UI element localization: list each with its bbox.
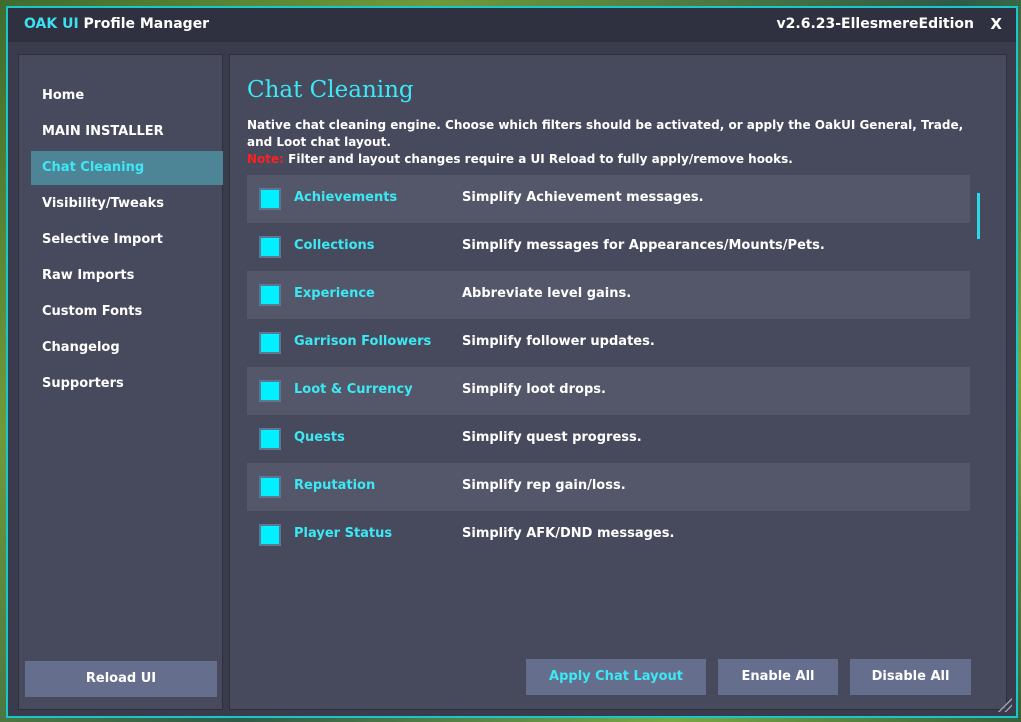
experience-checkbox[interactable]	[259, 284, 281, 306]
filter-row-garrison-followers: Garrison Followers Simplify follower upd…	[247, 319, 970, 367]
filter-name: Achievements	[294, 190, 398, 205]
filter-description: Simplify Achievement messages.	[462, 190, 704, 205]
filter-name: Loot & Currency	[294, 382, 413, 397]
filter-row-achievements: Achievements Simplify Achievement messag…	[247, 175, 970, 223]
garrison-followers-checkbox[interactable]	[259, 332, 281, 354]
page-title: Chat Cleaning	[247, 77, 414, 103]
filter-name: Collections	[294, 238, 375, 253]
sidebar-item-chat-cleaning[interactable]: Chat Cleaning	[31, 151, 223, 185]
filter-description: Simplify follower updates.	[462, 334, 655, 349]
sidebar-item-raw-imports[interactable]: Raw Imports	[31, 259, 223, 293]
window-title: OAK UI Profile Manager	[24, 16, 209, 32]
sidebar-item-visibility-tweaks[interactable]: Visibility/Tweaks	[31, 187, 223, 221]
filter-name: Garrison Followers	[294, 334, 432, 349]
filter-name: Player Status	[294, 526, 393, 541]
filter-description: Simplify loot drops.	[462, 382, 606, 397]
filter-row-loot-currency: Loot & Currency Simplify loot drops.	[247, 367, 970, 415]
enable-all-button[interactable]: Enable All	[718, 659, 838, 695]
loot-currency-checkbox[interactable]	[259, 380, 281, 402]
filter-description: Simplify AFK/DND messages.	[462, 526, 675, 541]
sidebar-item-custom-fonts[interactable]: Custom Fonts	[31, 295, 223, 329]
profile-manager-window: OAK UI Profile Manager v2.6.23-Ellesmere…	[6, 6, 1018, 718]
filter-name: Experience	[294, 286, 375, 301]
title-bar[interactable]: OAK UI Profile Manager v2.6.23-Ellesmere…	[8, 8, 1016, 42]
filter-description: Simplify messages for Appearances/Mounts…	[462, 238, 825, 253]
filter-list: Achievements Simplify Achievement messag…	[247, 175, 970, 559]
disable-all-button[interactable]: Disable All	[850, 659, 971, 695]
filter-description: Abbreviate level gains.	[462, 286, 632, 301]
note-label: Note:	[247, 152, 284, 166]
scrollbar-thumb[interactable]	[977, 193, 980, 239]
filter-row-experience: Experience Abbreviate level gains.	[247, 271, 970, 319]
filter-row-quests: Quests Simplify quest progress.	[247, 415, 970, 463]
filter-row-reputation: Reputation Simplify rep gain/loss.	[247, 463, 970, 511]
reload-note: Note: Filter and layout changes require …	[247, 151, 793, 168]
title-text: Profile Manager	[78, 16, 210, 32]
filter-name: Reputation	[294, 478, 376, 493]
brand-name: OAK UI	[24, 16, 79, 32]
resize-grip-icon[interactable]	[998, 698, 1012, 712]
close-button[interactable]: X	[990, 15, 1002, 33]
version-label: v2.6.23-EllesmereEdition	[776, 16, 974, 32]
sidebar-item-changelog[interactable]: Changelog	[31, 331, 223, 365]
collections-checkbox[interactable]	[259, 236, 281, 258]
filter-description: Simplify quest progress.	[462, 430, 642, 445]
filter-row-player-status: Player Status Simplify AFK/DND messages.	[247, 511, 970, 559]
achievements-checkbox[interactable]	[259, 188, 281, 210]
sidebar-item-home[interactable]: Home	[31, 79, 223, 113]
quests-checkbox[interactable]	[259, 428, 281, 450]
filter-description: Simplify rep gain/loss.	[462, 478, 626, 493]
filter-row-collections: Collections Simplify messages for Appear…	[247, 223, 970, 271]
sidebar-item-supporters[interactable]: Supporters	[31, 367, 223, 401]
reload-ui-button[interactable]: Reload UI	[25, 661, 217, 697]
page-description: Native chat cleaning engine. Choose whic…	[247, 118, 964, 149]
player-status-checkbox[interactable]	[259, 524, 281, 546]
filter-name: Quests	[294, 430, 345, 445]
note-text: Filter and layout changes require a UI R…	[283, 152, 793, 166]
sidebar: Home MAIN INSTALLER Chat Cleaning Visibi…	[18, 54, 223, 710]
main-panel: Chat Cleaning Native chat cleaning engin…	[229, 54, 1007, 710]
apply-chat-layout-button[interactable]: Apply Chat Layout	[526, 659, 706, 695]
sidebar-item-main-installer[interactable]: MAIN INSTALLER	[31, 115, 223, 149]
sidebar-item-selective-import[interactable]: Selective Import	[31, 223, 223, 257]
reputation-checkbox[interactable]	[259, 476, 281, 498]
